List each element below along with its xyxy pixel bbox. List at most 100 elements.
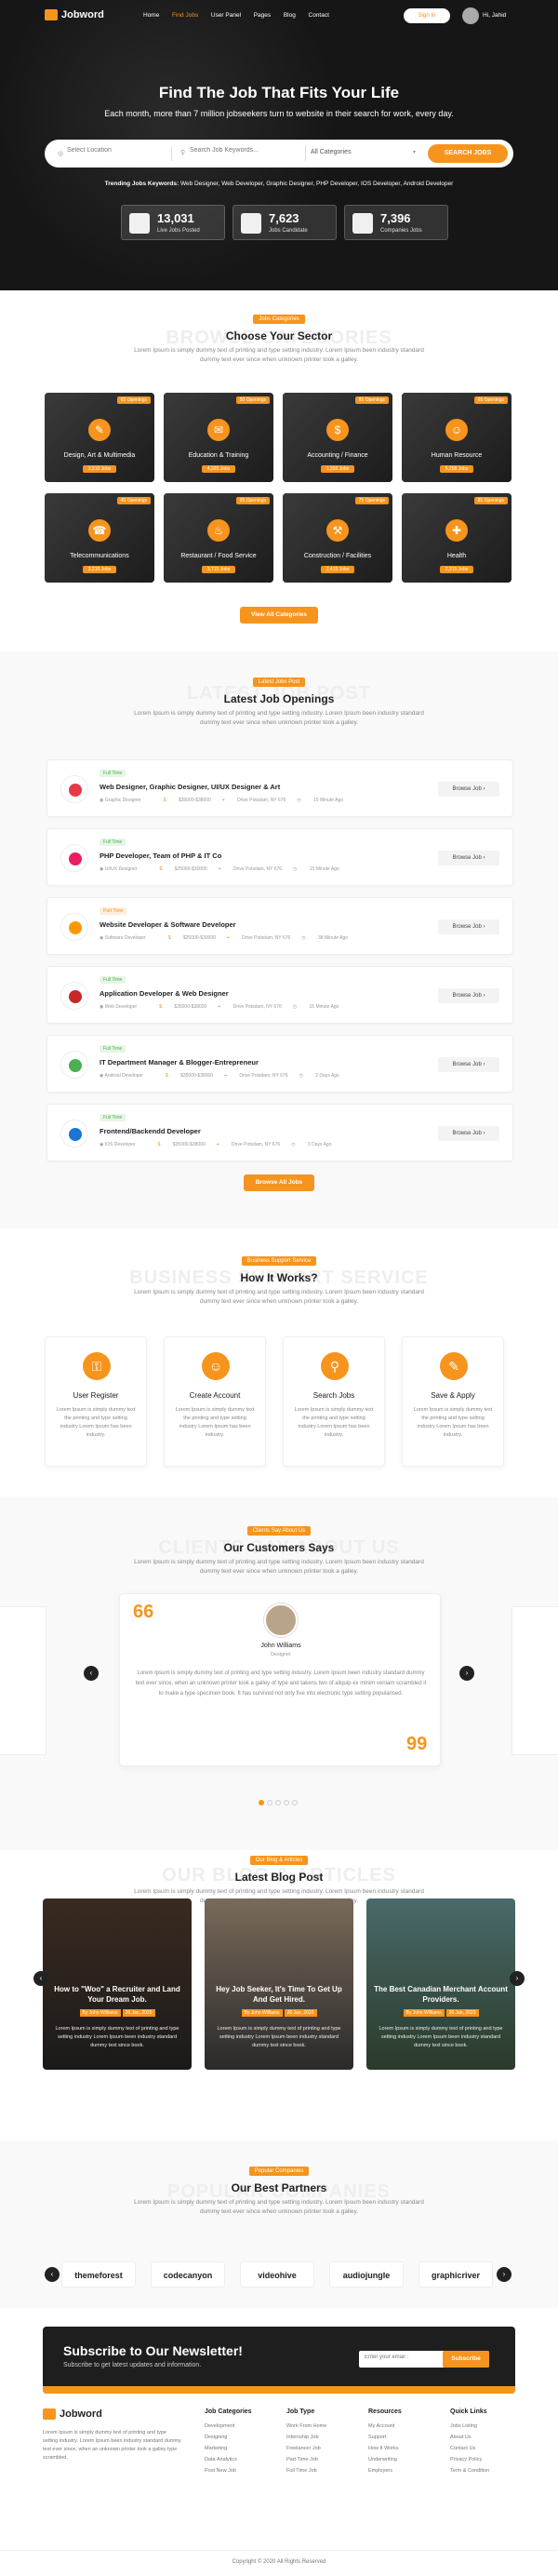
browse-job-button[interactable]: Browse Job › bbox=[438, 851, 499, 865]
job-card[interactable]: Full Time IT Department Manager & Blogger… bbox=[46, 1035, 513, 1093]
footer-link[interactable]: Development bbox=[205, 2421, 283, 2432]
trending-list[interactable]: Web Designer, Web Developer, Graphic Des… bbox=[180, 181, 453, 187]
job-title[interactable]: IT Department Manager & Blogger-Entrepre… bbox=[100, 1058, 259, 1067]
footer-link[interactable]: Part Time Job bbox=[286, 2454, 365, 2465]
job-type-badge: Full Time bbox=[100, 1114, 126, 1121]
footer-link[interactable]: Internship Job bbox=[286, 2432, 365, 2443]
step-title: Search Jobs bbox=[312, 1391, 355, 1400]
category-icon: ⚒ bbox=[326, 519, 349, 542]
footer-link[interactable]: Designing bbox=[205, 2432, 283, 2443]
quote-open-icon: 66 bbox=[133, 1602, 154, 1622]
next-arrow-icon[interactable]: › bbox=[510, 1971, 525, 1986]
footer-link[interactable]: Term & Condition bbox=[450, 2465, 528, 2476]
job-meta: ◉ Software Developer $ $25000-$30000 ⌖ Dri… bbox=[100, 935, 349, 941]
footer-link[interactable]: Privacy Policy bbox=[450, 2454, 528, 2465]
footer-link[interactable]: Data Analytics bbox=[205, 2454, 283, 2465]
job-title[interactable]: Web Designer, Graphic Designer, UI/UX De… bbox=[100, 783, 280, 791]
footer-column: Job Type Work From Home Internship Job Free… bbox=[286, 2408, 365, 2476]
browse-job-button[interactable]: Browse Job › bbox=[438, 1126, 499, 1141]
browse-job-button[interactable]: Browse Job › bbox=[438, 988, 499, 1003]
browse-job-button[interactable]: Browse Job › bbox=[438, 1057, 499, 1072]
sign-in-button[interactable]: Sign In bbox=[404, 8, 450, 23]
nav-blog[interactable]: Blog bbox=[284, 12, 296, 19]
nav-pages[interactable]: Pages bbox=[254, 12, 271, 19]
avatar[interactable] bbox=[462, 7, 479, 24]
browse-all-jobs-button[interactable]: Browse All Jobs bbox=[244, 1174, 314, 1191]
logo-icon[interactable] bbox=[45, 9, 58, 20]
job-card[interactable]: Full Time Frontend/Backendd Developer ◉ IO… bbox=[46, 1104, 513, 1161]
footer-link[interactable]: Support bbox=[368, 2432, 446, 2443]
category-card[interactable]: 50 Openings ✉ Education & Training 4,325 Jo… bbox=[164, 393, 273, 482]
category-card[interactable]: 85 Openings $ Accounting / Finance 1,356 Jo… bbox=[283, 393, 392, 482]
category-card[interactable]: 75 Openings ⚒ Construction / Facilities 2,4… bbox=[283, 493, 392, 583]
browse-job-button[interactable]: Browse Job › bbox=[438, 919, 499, 934]
jobs-count: 5,258 Jobs bbox=[440, 465, 473, 473]
category-select[interactable]: All Categories bbox=[311, 149, 422, 155]
job-time: 15 Minute Ago bbox=[309, 1004, 339, 1010]
category-card[interactable]: 95 Openings ♨ Restaurant / Food Service 3,7… bbox=[164, 493, 273, 583]
keywords-input[interactable] bbox=[190, 147, 311, 154]
footer-link[interactable]: Post New Job bbox=[205, 2465, 283, 2476]
category-card[interactable]: 65 Openings ✎ Design, Art & Multimedia 3,51… bbox=[45, 393, 154, 482]
company-logo bbox=[60, 982, 88, 1010]
category-card[interactable]: 40 Openings ☎ Telecommunications 3,215 Jobs bbox=[45, 493, 154, 583]
job-title[interactable]: Application Developer & Web Designer bbox=[100, 989, 229, 998]
footer-link[interactable]: Underwriting bbox=[368, 2454, 446, 2465]
partner-logo[interactable]: videohive bbox=[240, 2261, 314, 2288]
search-jobs-button[interactable]: SEARCH JOBS bbox=[428, 144, 508, 163]
blog-date: 26 Jan, 2020 bbox=[284, 2009, 317, 2017]
job-title[interactable]: Frontend/Backendd Developer bbox=[100, 1127, 201, 1135]
category-card[interactable]: 85 Openings ✚ Health 2,315 Jobs bbox=[402, 493, 512, 583]
job-card[interactable]: Full Time PHP Developer, Team of PHP & IT… bbox=[46, 828, 513, 886]
view-all-categories-button[interactable]: View All Categories bbox=[240, 607, 318, 624]
subscribe-button[interactable]: Subscribe bbox=[443, 2351, 489, 2368]
footer-link[interactable]: Work From Home bbox=[286, 2421, 365, 2432]
job-location: Drive Potsdam, NY 676 bbox=[237, 798, 286, 803]
prev-arrow-icon[interactable]: ‹ bbox=[33, 1971, 48, 1986]
brand-logo[interactable]: Jobword bbox=[61, 9, 104, 20]
job-location: Drive Potsdam, NY 676 bbox=[232, 1004, 282, 1010]
blog-title[interactable]: The Best Canadian Merchant Account Provi… bbox=[374, 1984, 508, 2005]
job-card[interactable]: Full Time Application Developer & Web Des… bbox=[46, 966, 513, 1024]
footer-link[interactable]: Freelancer Job bbox=[286, 2443, 365, 2454]
footer-link[interactable]: Marketing bbox=[205, 2443, 283, 2454]
blog-card[interactable]: How to "Woo" a Recruiter and Land Your D… bbox=[43, 1898, 192, 2070]
footer-brand[interactable]: Jobword bbox=[60, 2408, 102, 2420]
job-title[interactable]: Website Developer & Software Developer bbox=[100, 920, 236, 929]
step-desc: Lorem Ipsum is simply dummy text the pri… bbox=[56, 1407, 136, 1438]
footer-link[interactable]: Employers bbox=[368, 2465, 446, 2476]
job-time: 3 Days Ago bbox=[307, 1142, 332, 1147]
footer-link[interactable]: Full Time Job bbox=[286, 2465, 365, 2476]
blog-card[interactable]: The Best Canadian Merchant Account Provi… bbox=[366, 1898, 515, 2070]
footer-link[interactable]: Contact Us bbox=[450, 2443, 528, 2454]
nav-home[interactable]: Home bbox=[143, 12, 159, 19]
nav-contact[interactable]: Contact bbox=[309, 12, 329, 19]
job-card[interactable]: Full Time Web Designer, Graphic Designer,… bbox=[46, 759, 513, 817]
footer-link[interactable]: Jobs Listing bbox=[450, 2421, 528, 2432]
prev-arrow-icon[interactable]: ‹ bbox=[84, 1666, 99, 1681]
blog-excerpt: Lorem Ipsum is simply dummy text of prin… bbox=[217, 2026, 341, 2048]
blog-card[interactable]: Hey Job Seeker, It's Time To Get Up And … bbox=[205, 1898, 353, 2070]
logo-icon[interactable] bbox=[43, 2408, 56, 2420]
partner-logo[interactable]: audiojungle bbox=[329, 2261, 404, 2288]
footer-link[interactable]: How It Works bbox=[368, 2443, 446, 2454]
next-arrow-icon[interactable]: › bbox=[497, 2267, 512, 2282]
job-card[interactable]: Part Time Website Developer & Software De… bbox=[46, 897, 513, 955]
category-card[interactable]: 65 Openings ☺ Human Resource 5,258 Jobs bbox=[402, 393, 512, 482]
user-greeting[interactable]: Hi, Jahid bbox=[483, 12, 506, 19]
browse-job-button[interactable]: Browse Job › bbox=[438, 782, 499, 797]
partner-logo[interactable]: codecanyon bbox=[151, 2261, 225, 2288]
partner-logo[interactable]: themeforest bbox=[61, 2261, 136, 2288]
nav-find-jobs[interactable]: Find Jobs bbox=[172, 12, 198, 19]
newsletter-email-input[interactable] bbox=[365, 2355, 439, 2360]
footer-link[interactable]: My Account bbox=[368, 2421, 446, 2432]
footer-link[interactable]: About Us bbox=[450, 2432, 528, 2443]
partner-logo[interactable]: graphicriver bbox=[418, 2261, 493, 2288]
job-title[interactable]: PHP Developer, Team of PHP & IT Co bbox=[100, 852, 221, 860]
location-input[interactable] bbox=[67, 147, 160, 154]
next-arrow-icon[interactable]: › bbox=[459, 1666, 474, 1681]
nav-user-panel[interactable]: User Panel bbox=[211, 12, 241, 19]
prev-arrow-icon[interactable]: ‹ bbox=[45, 2267, 60, 2282]
blog-title[interactable]: Hey Job Seeker, It's Time To Get Up And … bbox=[212, 1984, 346, 2005]
blog-title[interactable]: How to "Woo" a Recruiter and Land Your D… bbox=[50, 1984, 184, 2005]
